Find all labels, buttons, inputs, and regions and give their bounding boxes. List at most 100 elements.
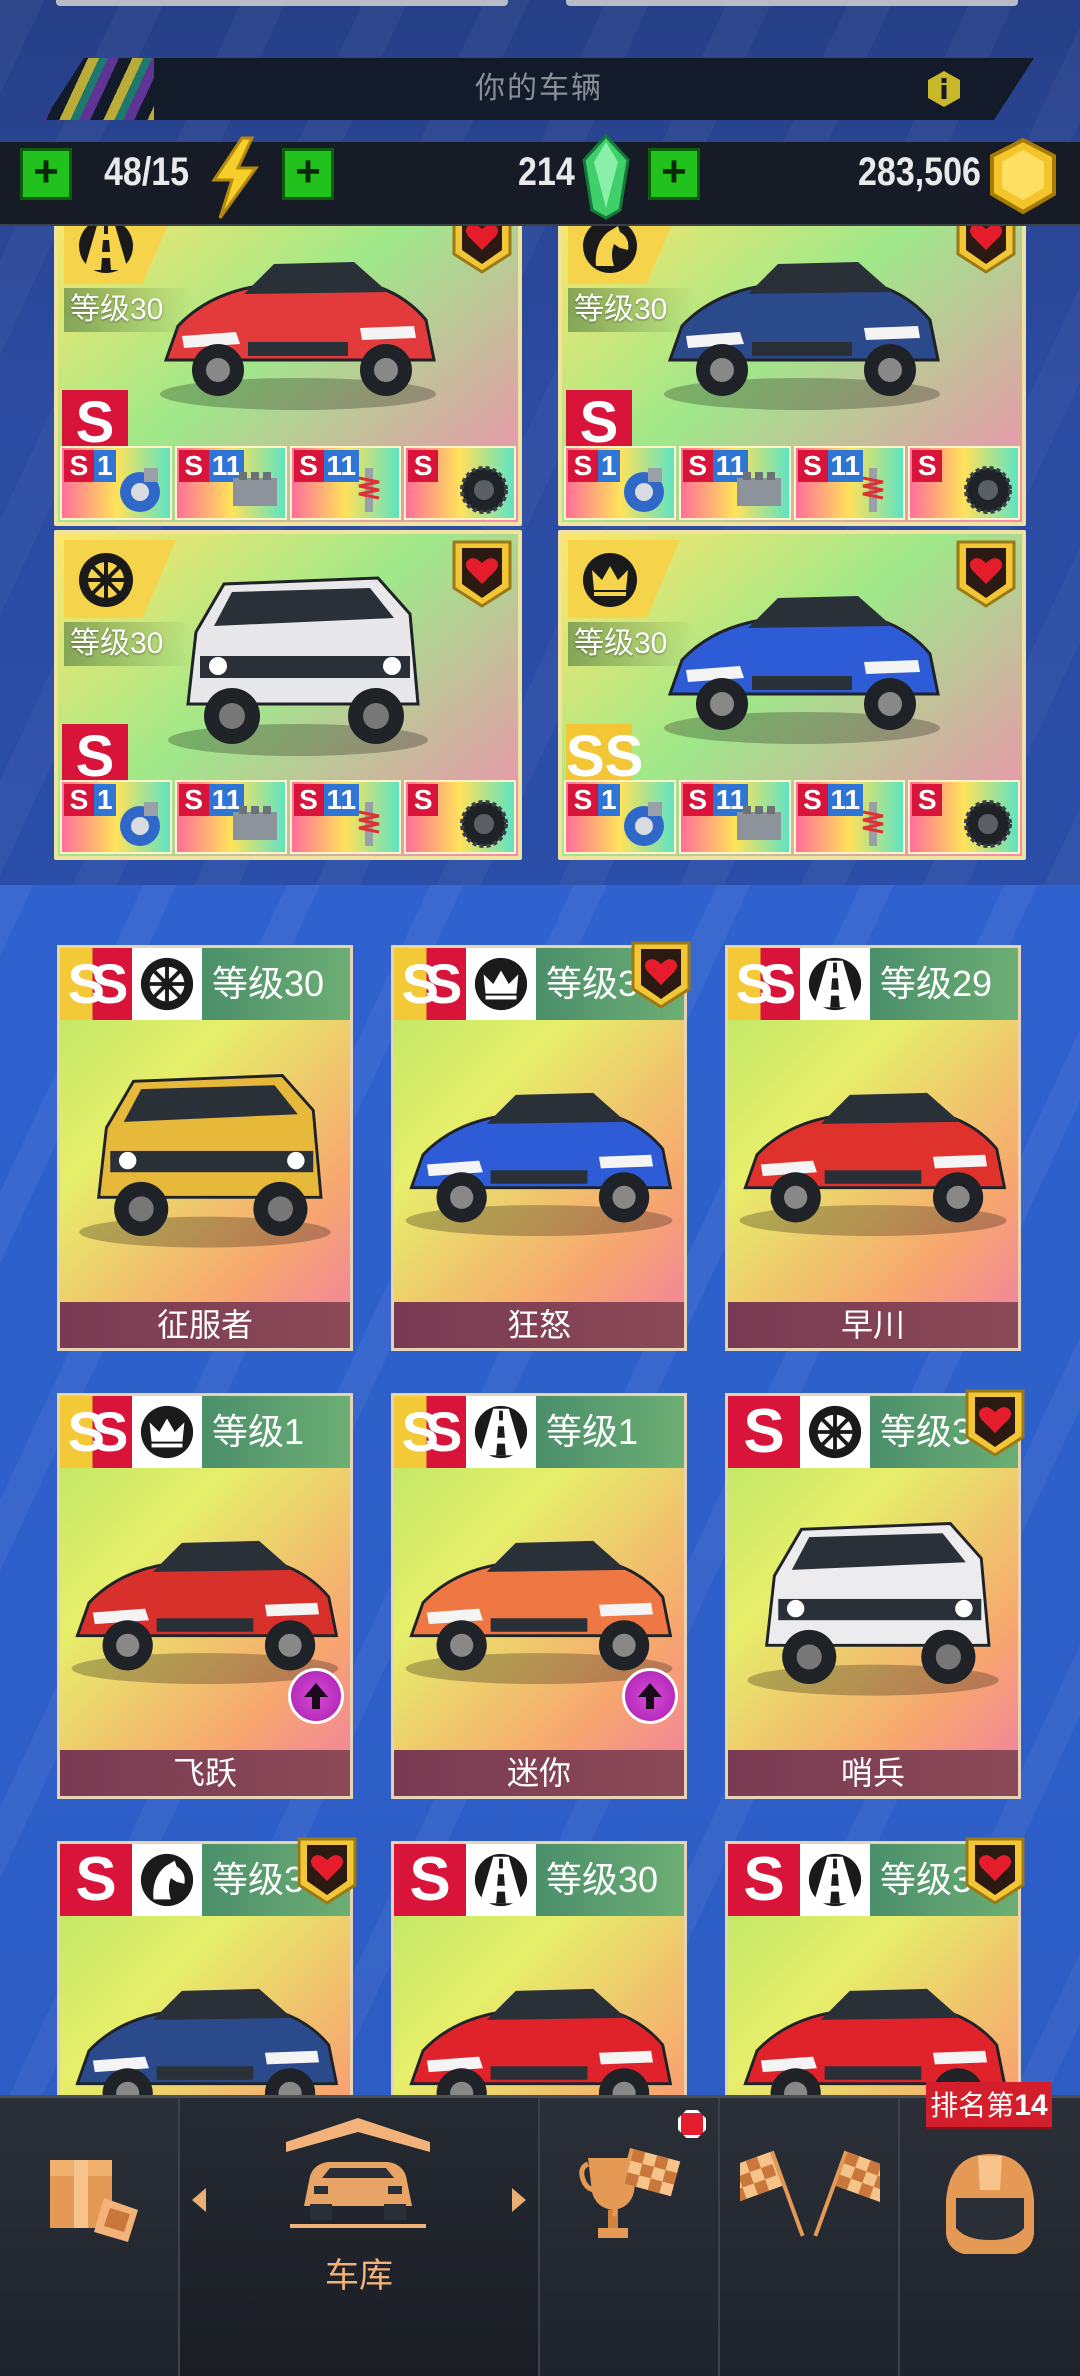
part-slot[interactable]: S 11	[678, 446, 791, 520]
nav-race[interactable]	[720, 2098, 898, 2376]
turbo-icon	[119, 468, 160, 512]
part-image	[733, 798, 785, 850]
tire-icon	[964, 800, 1012, 848]
part-slot[interactable]: S 11	[793, 780, 906, 854]
car-name: 飞跃	[60, 1750, 350, 1796]
nav-garage[interactable]: 车库	[180, 2098, 538, 2376]
part-slot[interactable]: S 11	[174, 446, 287, 520]
favorite-heart-icon[interactable]	[450, 538, 514, 608]
part-rank: S	[178, 450, 209, 482]
previous-card-edge	[56, 0, 508, 6]
engine-icon	[232, 806, 277, 840]
horse-icon	[140, 1853, 194, 1907]
owned-car-card[interactable]: 等级30 S S 1 S 11 S 11 S	[558, 196, 1026, 526]
car-name: 早川	[728, 1302, 1018, 1348]
garage-car-card[interactable]: SS 等级1 迷你	[391, 1393, 687, 1799]
part-slot[interactable]: S 1	[564, 446, 676, 520]
favorite-heart-icon[interactable]	[963, 1387, 1027, 1459]
road-icon	[474, 1853, 528, 1907]
resource-bar: + 48/15 + 214 + 283,506	[0, 134, 1080, 226]
suspension-icon	[862, 802, 884, 846]
rank-label: S	[60, 1844, 132, 1916]
part-image	[962, 464, 1014, 516]
info-icon[interactable]	[924, 69, 964, 109]
wheel-icon	[808, 1405, 862, 1459]
part-rank: S	[682, 784, 713, 816]
car-image	[60, 1920, 350, 2095]
part-image	[114, 798, 166, 850]
part-rank: S	[797, 450, 828, 482]
class-badge	[466, 1844, 536, 1916]
owned-car-card[interactable]: 等级30 S S 1 S 11 S 11 S	[54, 196, 522, 526]
checkered-flags-icon	[740, 2150, 880, 2237]
upgrade-arrow-icon[interactable]	[622, 1668, 678, 1724]
nav-profile[interactable]	[900, 2098, 1080, 2376]
upgrade-arrow-icon[interactable]	[288, 1668, 344, 1724]
part-image	[458, 798, 510, 850]
gems-value: 214	[518, 150, 575, 194]
turbo-icon	[119, 802, 160, 846]
turbo-icon	[623, 468, 664, 512]
part-rank: S	[912, 784, 943, 816]
energy-counter: + 48/15	[0, 136, 280, 226]
owned-car-card[interactable]: 等级30 S S S 1 S 11 S 11 S	[558, 530, 1026, 860]
part-image	[618, 798, 670, 850]
part-slot[interactable]: S	[404, 446, 516, 520]
nav-shop[interactable]	[0, 2098, 178, 2376]
part-slot[interactable]: S 11	[678, 780, 791, 854]
garage-car-card[interactable]: SS 等级1 飞跃	[57, 1393, 353, 1799]
wheel-icon	[140, 957, 194, 1011]
part-slot[interactable]: S	[908, 446, 1020, 520]
favorite-heart-icon[interactable]	[629, 939, 693, 1011]
class-badge	[466, 1396, 536, 1468]
part-rank: S	[293, 784, 324, 816]
card-header: SS 等级1	[60, 1396, 350, 1468]
suspension-icon	[358, 802, 380, 846]
rank-label: SS	[60, 1396, 132, 1468]
section-header: 你的车辆	[44, 58, 1034, 120]
garage-car-card[interactable]: SS 等级29 早川	[725, 945, 1021, 1351]
garage-car-card[interactable]: S 等级30	[391, 1841, 687, 2095]
chevron-right-icon[interactable]	[512, 2188, 526, 2212]
part-slot[interactable]: S 11	[174, 780, 287, 854]
favorite-heart-icon[interactable]	[963, 1835, 1027, 1907]
part-slot[interactable]: S	[908, 780, 1020, 854]
part-image	[343, 798, 395, 850]
part-slot[interactable]: S 11	[289, 446, 402, 520]
car-level: 等级30	[64, 288, 194, 332]
nav-events[interactable]	[540, 2098, 718, 2376]
road-icon	[474, 1405, 528, 1459]
energy-value: 48/15	[104, 150, 190, 194]
class-badge	[132, 1844, 202, 1916]
owned-car-card[interactable]: 等级30 S S 1 S 11 S 11 S	[54, 530, 522, 860]
part-rank: S	[568, 450, 598, 482]
engine-icon	[736, 806, 781, 840]
part-image	[458, 464, 510, 516]
add-coins-button[interactable]: +	[648, 148, 700, 200]
part-slot[interactable]: S 1	[564, 780, 676, 854]
rank-label: SS	[394, 1396, 466, 1468]
part-slot[interactable]: S 11	[289, 780, 402, 854]
add-gems-button[interactable]: +	[282, 148, 334, 200]
part-rank: S	[408, 784, 439, 816]
garage-car-card[interactable]: SS 等级30 征服者	[57, 945, 353, 1351]
card-header: S 等级30	[394, 1844, 684, 1916]
part-level: 1	[598, 784, 620, 816]
part-rank: S	[178, 784, 209, 816]
previous-card-edge	[566, 0, 1018, 6]
add-energy-button[interactable]: +	[20, 148, 72, 200]
coin-icon	[990, 137, 1056, 215]
rank-label: SS	[394, 948, 466, 1020]
class-badge	[132, 1396, 202, 1468]
part-image	[962, 798, 1014, 850]
part-slot[interactable]: S	[404, 780, 516, 854]
car-level: 等级30	[568, 288, 698, 332]
part-slot[interactable]: S 1	[60, 780, 172, 854]
part-slot[interactable]: S 1	[60, 446, 172, 520]
favorite-heart-icon[interactable]	[295, 1835, 359, 1907]
favorite-heart-icon[interactable]	[954, 538, 1018, 608]
class-badge	[800, 1844, 870, 1916]
chevron-left-icon[interactable]	[192, 2188, 206, 2212]
tire-icon	[964, 466, 1012, 514]
part-slot[interactable]: S 11	[793, 446, 906, 520]
